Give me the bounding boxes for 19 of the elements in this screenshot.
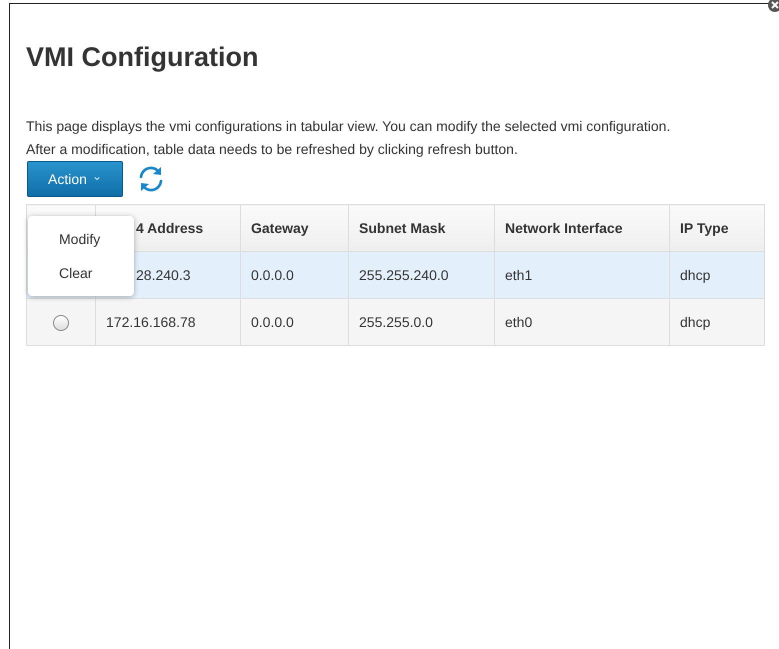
action-button[interactable]: Action ⌄ xyxy=(27,161,123,197)
column-header: Network Interface xyxy=(494,204,670,252)
table-cell: 0.0.0.0 xyxy=(240,252,348,298)
table-cell: dhcp xyxy=(670,252,764,298)
description-text: After a modification, table data needs to be refreshed by clicking refresh button. xyxy=(26,140,519,159)
page-title: VMI Configuration xyxy=(26,42,260,73)
radio-button[interactable] xyxy=(53,314,69,331)
table-cell: dhcp xyxy=(670,298,764,346)
table-cell: eth1 xyxy=(494,252,670,298)
description-text: This page displays the vmi configurations in tabular view. You can modify the selected vmi configuration. xyxy=(26,117,672,136)
column-header: Gateway xyxy=(240,204,348,252)
table-cell: 0.0.0.0 xyxy=(240,298,348,346)
refresh-icon[interactable] xyxy=(137,165,165,193)
table-cell: 255.255.240.0 xyxy=(348,252,494,298)
column-header: Subnet Mask xyxy=(348,204,494,252)
column-header: IP Type xyxy=(670,204,764,252)
table-cell: eth0 xyxy=(494,298,670,346)
table-cell: 255.255.0.0 xyxy=(348,298,494,346)
table-cell: 172.16.168.78 xyxy=(96,298,240,346)
